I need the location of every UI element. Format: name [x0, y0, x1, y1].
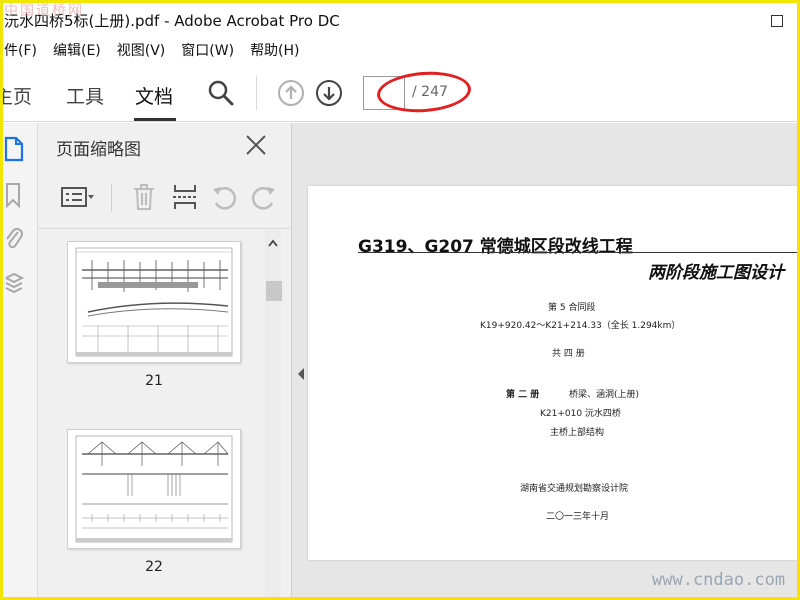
doc-volumes: 共 四 册: [552, 349, 585, 359]
page-icon: [4, 136, 24, 162]
next-page-button[interactable]: [314, 78, 344, 108]
title-bar: 沅水四桥5标(上册).pdf - Adobe Acrobat Pro DC: [0, 3, 800, 37]
doc-institute: 湖南省交通规划勘察设计院: [520, 484, 629, 494]
thumbnail-label-22: 22: [145, 559, 163, 575]
thumbnail-label-21: 21: [145, 373, 163, 389]
close-icon: [246, 135, 266, 155]
layers-icon: [5, 272, 24, 294]
toolbar: 主页 工具 文档 / 247: [0, 64, 800, 122]
rotate-left-icon: [213, 187, 237, 210]
doc-subtitle: 两阶段施工图设计: [648, 263, 784, 283]
scroll-up-button[interactable]: [265, 235, 281, 251]
search-icon: [208, 80, 234, 106]
panel-toolbar-separator: [111, 184, 112, 212]
doc-title-underline: [358, 252, 800, 253]
layers-rail-button[interactable]: [2, 269, 26, 297]
maximize-button[interactable]: [762, 9, 792, 33]
page-thumbnail-21[interactable]: [67, 241, 241, 363]
doc-range: K19+920.42～K21+214.33（全长 1.294km）: [480, 321, 681, 331]
insert-page-button[interactable]: [169, 181, 201, 213]
menu-edit[interactable]: 编辑(E): [53, 40, 101, 60]
doc-contract: 第 5 合同段: [548, 303, 596, 313]
active-tab-indicator: [134, 118, 176, 121]
thumbnail-drawing: [75, 435, 233, 543]
tab-document[interactable]: 文档: [135, 82, 173, 109]
doc-structure: 主桥上部结构: [550, 428, 605, 438]
trash-icon: [134, 184, 154, 210]
menu-view[interactable]: 视图(V): [117, 40, 166, 60]
rotate-left-button[interactable]: [208, 181, 240, 213]
menu-window[interactable]: 窗口(W): [181, 40, 234, 60]
list-options-icon: [61, 187, 94, 207]
close-panel-button[interactable]: [244, 133, 268, 157]
bookmarks-rail-button[interactable]: [2, 181, 26, 209]
collapse-panel-button[interactable]: [295, 366, 307, 382]
page-thumbnails-rail-button[interactable]: [2, 135, 26, 163]
navigation-rail: [0, 123, 38, 600]
search-button[interactable]: [206, 78, 236, 108]
site-watermark-bottom: www.cndao.com: [652, 570, 786, 590]
maximize-icon: [771, 15, 783, 27]
tab-tools[interactable]: 工具: [66, 82, 104, 109]
tab-home[interactable]: 主页: [0, 82, 32, 109]
menu-file[interactable]: 件(F): [4, 40, 37, 60]
doc-date: 二〇一三年十月: [546, 512, 610, 522]
rotate-right-button[interactable]: [248, 181, 280, 213]
options-menu-button[interactable]: [56, 181, 100, 213]
panel-divider: [38, 228, 292, 229]
arrow-down-circle-icon: [316, 80, 342, 106]
panel-toolbar: [38, 179, 292, 217]
arrow-up-circle-icon: [278, 80, 304, 106]
doc-volume-name: 桥梁、涵洞(上册): [569, 390, 640, 400]
insert-page-icon: [173, 185, 197, 209]
rotate-right-icon: [251, 187, 275, 210]
page-thumbnail-22[interactable]: [67, 429, 241, 549]
menu-help[interactable]: 帮助(H): [250, 40, 299, 60]
menu-bar: 件(F) 编辑(E) 视图(V) 窗口(W) 帮助(H): [0, 37, 800, 63]
thumbnail-drawing: [75, 247, 233, 357]
bookmark-icon: [6, 183, 20, 208]
attachments-rail-button[interactable]: [2, 225, 26, 253]
doc-volume-part: 第 二 册: [506, 390, 540, 400]
scrollbar-thumb[interactable]: [266, 281, 282, 301]
doc-bridge: K21+010 沅水四桥: [540, 409, 621, 419]
chevron-up-icon: [268, 239, 278, 247]
previous-page-button[interactable]: [276, 78, 306, 108]
paperclip-icon: [6, 228, 23, 249]
thumbnails-panel: 页面缩略图 21 22: [38, 123, 292, 600]
delete-page-button[interactable]: [128, 181, 160, 213]
toolbar-separator: [256, 76, 257, 110]
site-watermark-top: 中国道桥网: [4, 3, 84, 19]
document-page: G319、G207 常德城区段改线工程 两阶段施工图设计 第 5 合同段 K19…: [308, 186, 800, 560]
panel-title: 页面缩略图: [56, 140, 141, 160]
doc-title: G319、G207 常德城区段改线工程: [358, 237, 633, 257]
chevron-left-icon: [298, 368, 304, 380]
